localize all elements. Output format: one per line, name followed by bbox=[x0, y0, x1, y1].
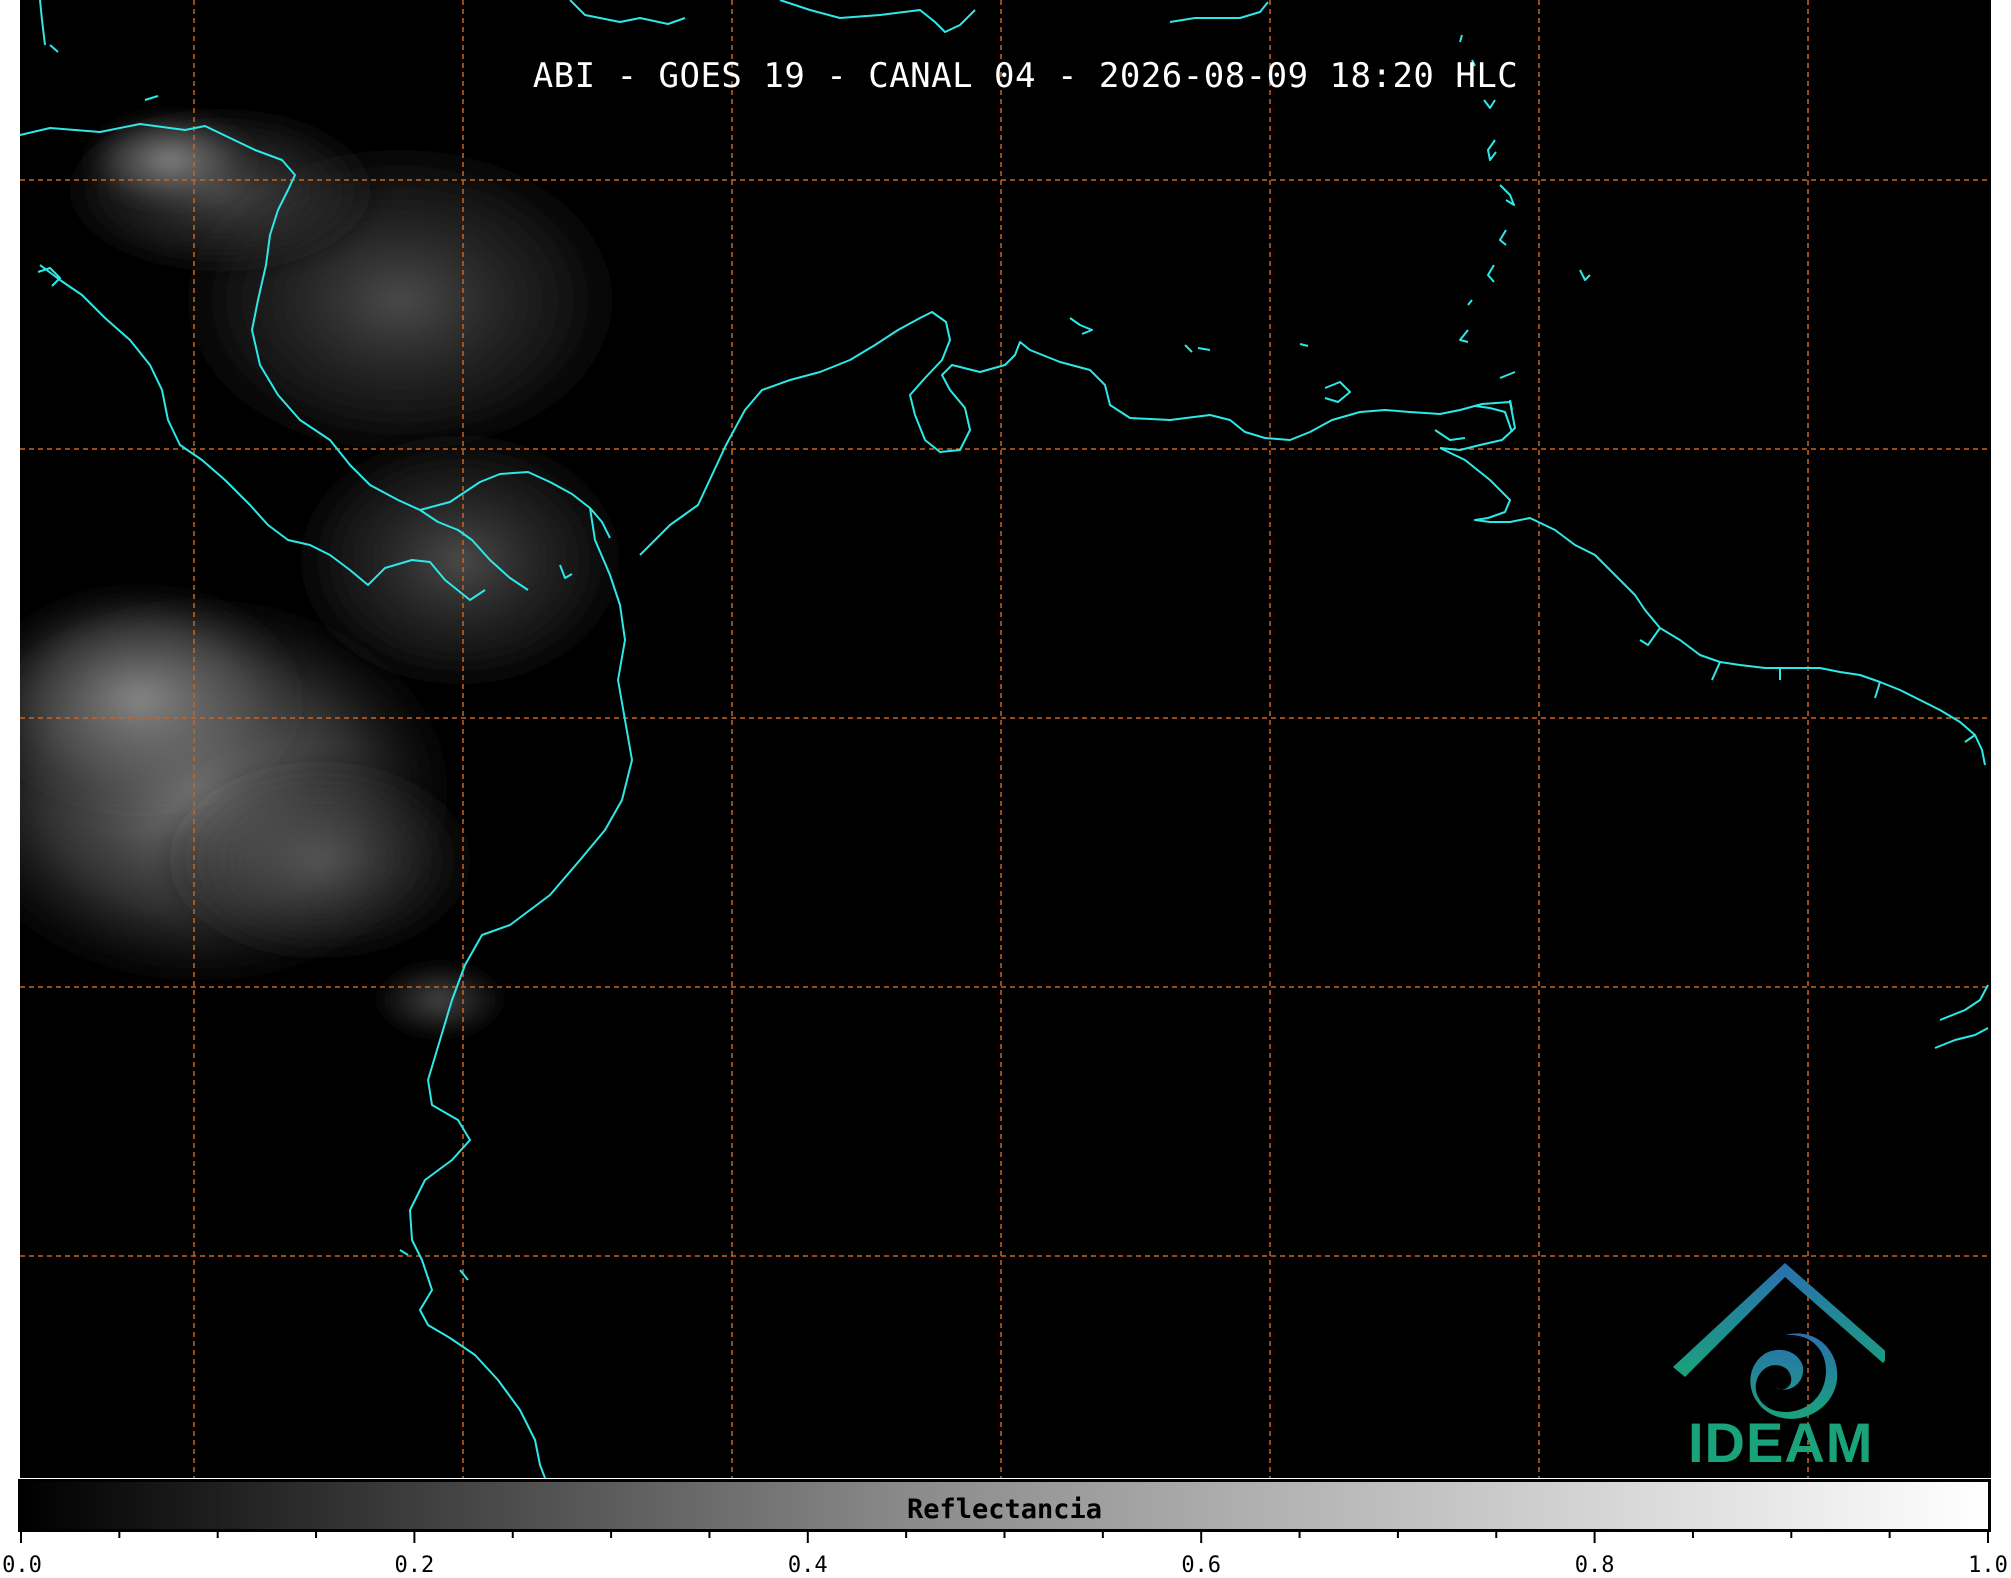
colorbar-tick-label: 0.0 bbox=[2, 1553, 42, 1578]
map-title: ABI - GOES 19 - CANAL 04 - 2026-08-09 18… bbox=[532, 56, 1519, 96]
colorbar-tick-label: 0.6 bbox=[1181, 1553, 1222, 1578]
colorbar: Reflectancia bbox=[18, 1479, 1991, 1532]
coastline-jamaica bbox=[39, 0, 59, 53]
coastline-galapagos-tip bbox=[399, 1249, 469, 1281]
colorbar-tick-label: 1.0 bbox=[1968, 1553, 2008, 1578]
coastline-colombia-caribbean bbox=[639, 311, 1516, 556]
coastline-brazil-east bbox=[1934, 984, 1989, 1049]
cloud-cover bbox=[20, 100, 640, 1040]
colorbar-tick-label: 0.4 bbox=[787, 1553, 828, 1578]
colorbar-tick-label: 0.8 bbox=[1574, 1553, 1615, 1578]
coastline-caribbean-islands-top bbox=[569, 0, 1269, 33]
ideam-logo-text: IDEAM bbox=[1688, 1411, 1874, 1474]
colorbar-label: Reflectancia bbox=[906, 1494, 1103, 1525]
coastline-abc-islands bbox=[1069, 317, 1351, 403]
colorbar-tick-label: 0.2 bbox=[394, 1553, 435, 1578]
coastline-trinidad bbox=[1434, 405, 1513, 441]
